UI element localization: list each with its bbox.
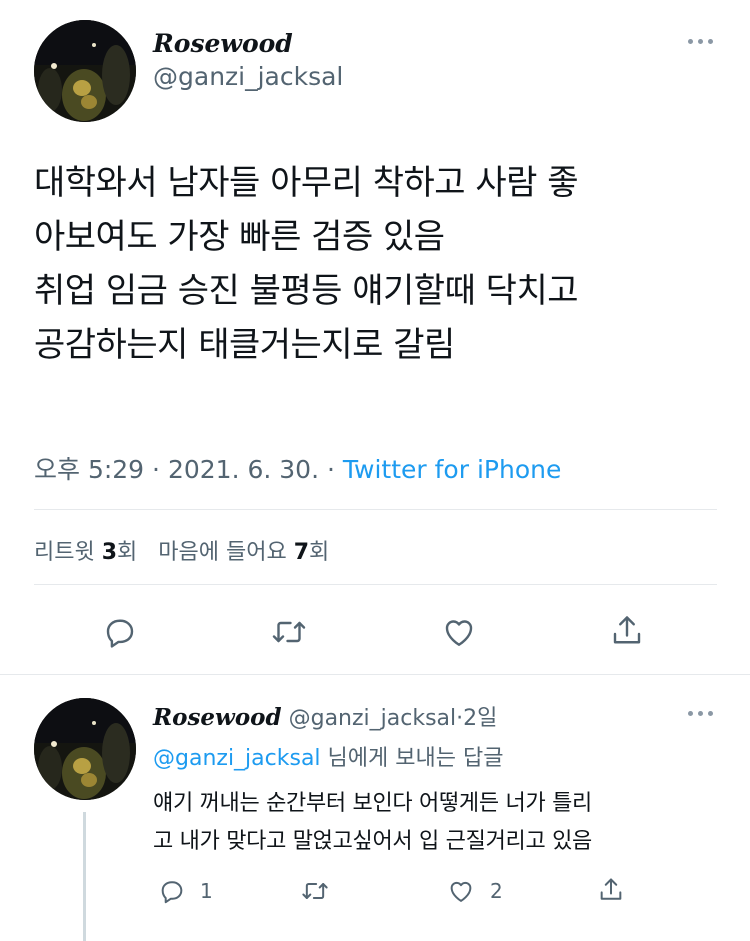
reply-text-line: 얘기 꺼내는 순간부터 보인다 어떻게든 너가 틀리 xyxy=(153,791,592,816)
reply-display-name[interactable]: Rosewood xyxy=(153,704,282,731)
divider xyxy=(34,509,717,510)
tweet-text: 대학와서 남자들 아무리 착하고 사람 좋 아보여도 가장 빠른 검증 있음 취… xyxy=(34,156,714,372)
reply-like-icon[interactable]: 2 xyxy=(446,877,503,905)
reply-share-icon[interactable] xyxy=(597,875,625,905)
tweet-text-line: 대학와서 남자들 아무리 착하고 사람 좋 xyxy=(34,163,579,203)
retweet-stat[interactable]: 리트윗 3회 xyxy=(34,540,137,565)
tweet-source[interactable]: Twitter for iPhone xyxy=(343,455,561,484)
like-count: 7 xyxy=(293,540,310,565)
replying-to-label: 님에게 보내는 답글 xyxy=(327,746,504,771)
more-options-icon[interactable] xyxy=(688,39,713,44)
reply-age[interactable]: 2일 xyxy=(463,706,497,731)
reply-avatar[interactable] xyxy=(34,698,136,800)
tweet-time[interactable]: 오후 5:29 xyxy=(34,455,144,484)
divider xyxy=(0,674,750,675)
divider xyxy=(34,584,717,585)
replying-to-handle[interactable]: @ganzi_jacksal xyxy=(153,746,321,771)
reply-reply-icon[interactable]: 1 xyxy=(158,877,213,905)
engagement-stats: 리트윗 3회 마음에 들어요 7회 xyxy=(34,534,329,566)
reply-icon[interactable] xyxy=(102,614,138,650)
reply-like-count: 2 xyxy=(490,879,503,903)
replying-to: @ganzi_jacksal 님에게 보내는 답글 xyxy=(153,740,503,772)
like-stat[interactable]: 마음에 들어요 7회 xyxy=(158,540,329,565)
reply-handle[interactable]: @ganzi_jacksal xyxy=(289,706,457,731)
thread-line xyxy=(83,812,86,941)
tweet-date[interactable]: 2021. 6. 30. xyxy=(168,455,319,484)
separator: · xyxy=(326,455,335,484)
tweet-text-line: 아보여도 가장 빠른 검증 있음 xyxy=(34,217,445,257)
reply-reply-count: 1 xyxy=(200,879,213,903)
reply-header: Rosewood @ganzi_jacksal·2일 xyxy=(153,700,497,732)
handle[interactable]: @ganzi_jacksal xyxy=(153,62,343,91)
reply-text-line: 고 내가 맞다고 말얹고싶어서 입 근질거리고 있음 xyxy=(153,829,592,854)
tweet-text-line: 취업 임금 승진 불평등 얘기할때 닥치고 xyxy=(34,271,579,311)
separator: · xyxy=(152,455,160,484)
avatar[interactable] xyxy=(34,20,136,122)
timestamp-line: 오후 5:29 · 2021. 6. 30. · Twitter for iPh… xyxy=(34,450,561,486)
retweet-count: 3 xyxy=(101,540,118,565)
share-icon[interactable] xyxy=(609,612,645,650)
tweet-text-line: 공감하는지 태클거는지로 갈림 xyxy=(34,325,455,365)
reply-text: 얘기 꺼내는 순간부터 보인다 어떻게든 너가 틀리 고 내가 맞다고 말얹고싶… xyxy=(153,785,733,861)
reply-retweet-icon[interactable] xyxy=(300,877,330,905)
like-icon[interactable] xyxy=(440,614,478,650)
reply-more-options-icon[interactable] xyxy=(688,711,713,716)
retweet-icon[interactable] xyxy=(270,614,308,650)
display-name[interactable]: Rosewood xyxy=(153,29,293,58)
